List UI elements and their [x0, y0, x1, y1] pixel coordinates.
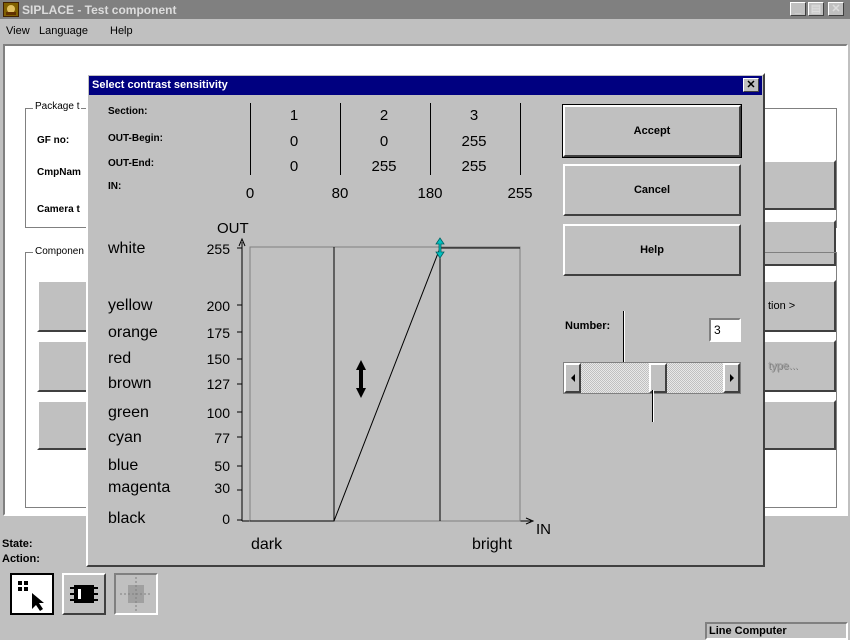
slider-pointer-line	[652, 390, 653, 422]
section-3: 3	[469, 107, 479, 124]
main-titlebar: SIPLACE - Test component _ ▤ ✕	[0, 0, 850, 19]
contrast-graph[interactable]	[228, 234, 558, 534]
accept-button[interactable]: Accept	[562, 104, 742, 158]
in-axis-label: IN	[536, 521, 551, 538]
level-yellow-value: 200	[206, 298, 230, 314]
out-end-label: OUT-End:	[108, 158, 155, 169]
scroll-thumb[interactable]	[649, 363, 667, 393]
minimize-button[interactable]: _	[790, 2, 806, 16]
component-group-label: Componen	[33, 246, 86, 257]
table-divider	[250, 103, 251, 175]
section-2: 2	[379, 107, 389, 124]
out-begin-2: 0	[379, 133, 389, 150]
dialog-close-button[interactable]: ✕	[743, 78, 759, 92]
dark-label: dark	[251, 536, 283, 553]
menu-help[interactable]: Help	[110, 25, 133, 37]
cancel-button-label: Cancel	[633, 184, 671, 196]
level-yellow: yellow	[108, 297, 153, 314]
level-red-value: 150	[206, 351, 230, 367]
state-label: State:	[2, 538, 33, 550]
table-divider	[340, 103, 341, 175]
close-button[interactable]: ✕	[828, 2, 844, 16]
app-icon	[3, 2, 19, 17]
in-tick-2: 180	[417, 185, 443, 202]
component-tool-button[interactable]	[62, 573, 106, 615]
scroll-left-button[interactable]	[564, 363, 581, 393]
table-divider	[520, 103, 521, 175]
level-white-value: 255	[206, 241, 230, 257]
level-orange: orange	[108, 324, 158, 341]
level-magenta-value: 30	[214, 480, 230, 496]
number-input[interactable]: 3	[709, 318, 741, 342]
level-green-value: 100	[206, 405, 230, 421]
scroll-right-button[interactable]	[723, 363, 740, 393]
camera-label: Camera t	[37, 204, 80, 215]
help-button-label: Help	[640, 244, 664, 256]
bg-right-button-1[interactable]: tion >	[760, 280, 836, 332]
in-tick-1: 80	[331, 185, 349, 202]
out-end-1: 0	[289, 158, 299, 175]
level-orange-value: 175	[206, 325, 230, 341]
number-cursor-line	[623, 311, 624, 366]
select-arrow-icon	[18, 581, 44, 611]
level-cyan: cyan	[108, 429, 142, 446]
disabled-tool-button[interactable]	[114, 573, 158, 615]
level-white: white	[108, 240, 146, 257]
section-label: Section:	[108, 106, 148, 117]
gf-no-label: GF no:	[37, 135, 70, 146]
level-brown: brown	[108, 375, 152, 392]
out-end-2: 255	[371, 158, 397, 175]
bg-button-top[interactable]	[760, 160, 836, 210]
restore-button[interactable]: ▤	[808, 2, 824, 16]
out-end-3: 255	[461, 158, 487, 175]
status-line-computer: Line Computer	[709, 625, 787, 637]
out-begin-label: OUT-Begin:	[108, 133, 163, 144]
chip-icon	[70, 585, 98, 603]
number-input-value: 3	[714, 323, 721, 337]
out-begin-1: 0	[289, 133, 299, 150]
table-divider	[430, 103, 431, 175]
bg-right-button-3[interactable]	[760, 400, 836, 450]
menu-bar: View Language Help	[0, 20, 850, 40]
level-blue: blue	[108, 457, 139, 474]
level-black-value: 0	[222, 511, 230, 527]
level-red: red	[108, 350, 132, 367]
dialog-titlebar: Select contrast sensitivity ✕	[89, 76, 762, 95]
in-tick-0: 0	[245, 185, 255, 202]
help-button[interactable]: Help	[563, 224, 741, 276]
menu-view[interactable]: View	[6, 25, 30, 37]
action-label: Action:	[2, 553, 40, 565]
package-group-label: Package t	[33, 101, 82, 112]
select-tool-button[interactable]	[10, 573, 54, 615]
bg-right-button-2-label: type...	[768, 360, 798, 372]
arrow-left-icon	[570, 374, 575, 382]
level-green: green	[108, 404, 149, 421]
section-1: 1	[289, 107, 299, 124]
out-begin-3: 255	[461, 133, 487, 150]
grid-chip-icon	[120, 577, 152, 611]
bright-label: bright	[472, 536, 513, 553]
status-bar-panel: Line Computer	[705, 622, 848, 640]
in-label: IN:	[108, 181, 122, 192]
level-cyan-value: 77	[214, 430, 230, 446]
bg-right-button-1-label: tion >	[768, 300, 796, 312]
drag-arrow-icon[interactable]	[356, 360, 366, 398]
cmp-name-label: CmpNam	[37, 167, 81, 178]
number-label: Number:	[565, 320, 611, 332]
cancel-button[interactable]: Cancel	[563, 164, 741, 216]
accept-button-label: Accept	[633, 125, 671, 137]
level-black: black	[108, 510, 146, 527]
in-tick-3: 255	[507, 185, 533, 202]
window-title: SIPLACE - Test component	[22, 3, 177, 17]
arrow-right-icon	[729, 374, 734, 382]
dialog-title: Select contrast sensitivity	[92, 79, 228, 91]
level-brown-value: 127	[206, 376, 230, 392]
bg-right-button-2[interactable]: type...	[760, 340, 836, 392]
menu-language[interactable]: Language	[39, 25, 88, 37]
level-blue-value: 50	[214, 458, 230, 474]
level-magenta: magenta	[108, 479, 171, 496]
